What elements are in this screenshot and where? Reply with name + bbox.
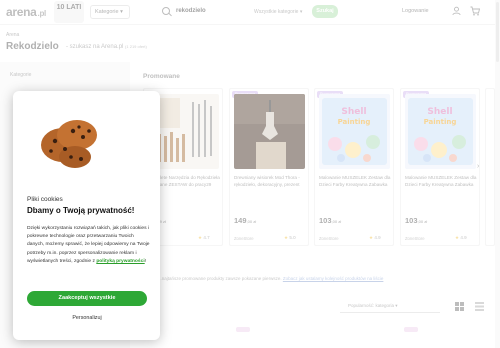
personalize-button[interactable]: Personalizuj <box>27 311 147 325</box>
cookie-dialog-title: Dbamy o Twoją prywatność! <box>27 206 135 215</box>
privacy-policy-link[interactable]: polityką prywatności <box>96 259 144 264</box>
cookie-dialog-kicker: Pliki cookies <box>27 196 63 203</box>
cookie-dialog-body: Dzięki wykorzystaniu rozwiązań takich, j… <box>27 226 150 264</box>
cookie-consent-dialog: Pliki cookies Dbamy o Twoją prywatność! … <box>13 91 160 340</box>
accept-all-button[interactable]: Zaakceptuj wszystkie <box>27 291 147 306</box>
cookies-illustration-icon <box>41 119 100 168</box>
